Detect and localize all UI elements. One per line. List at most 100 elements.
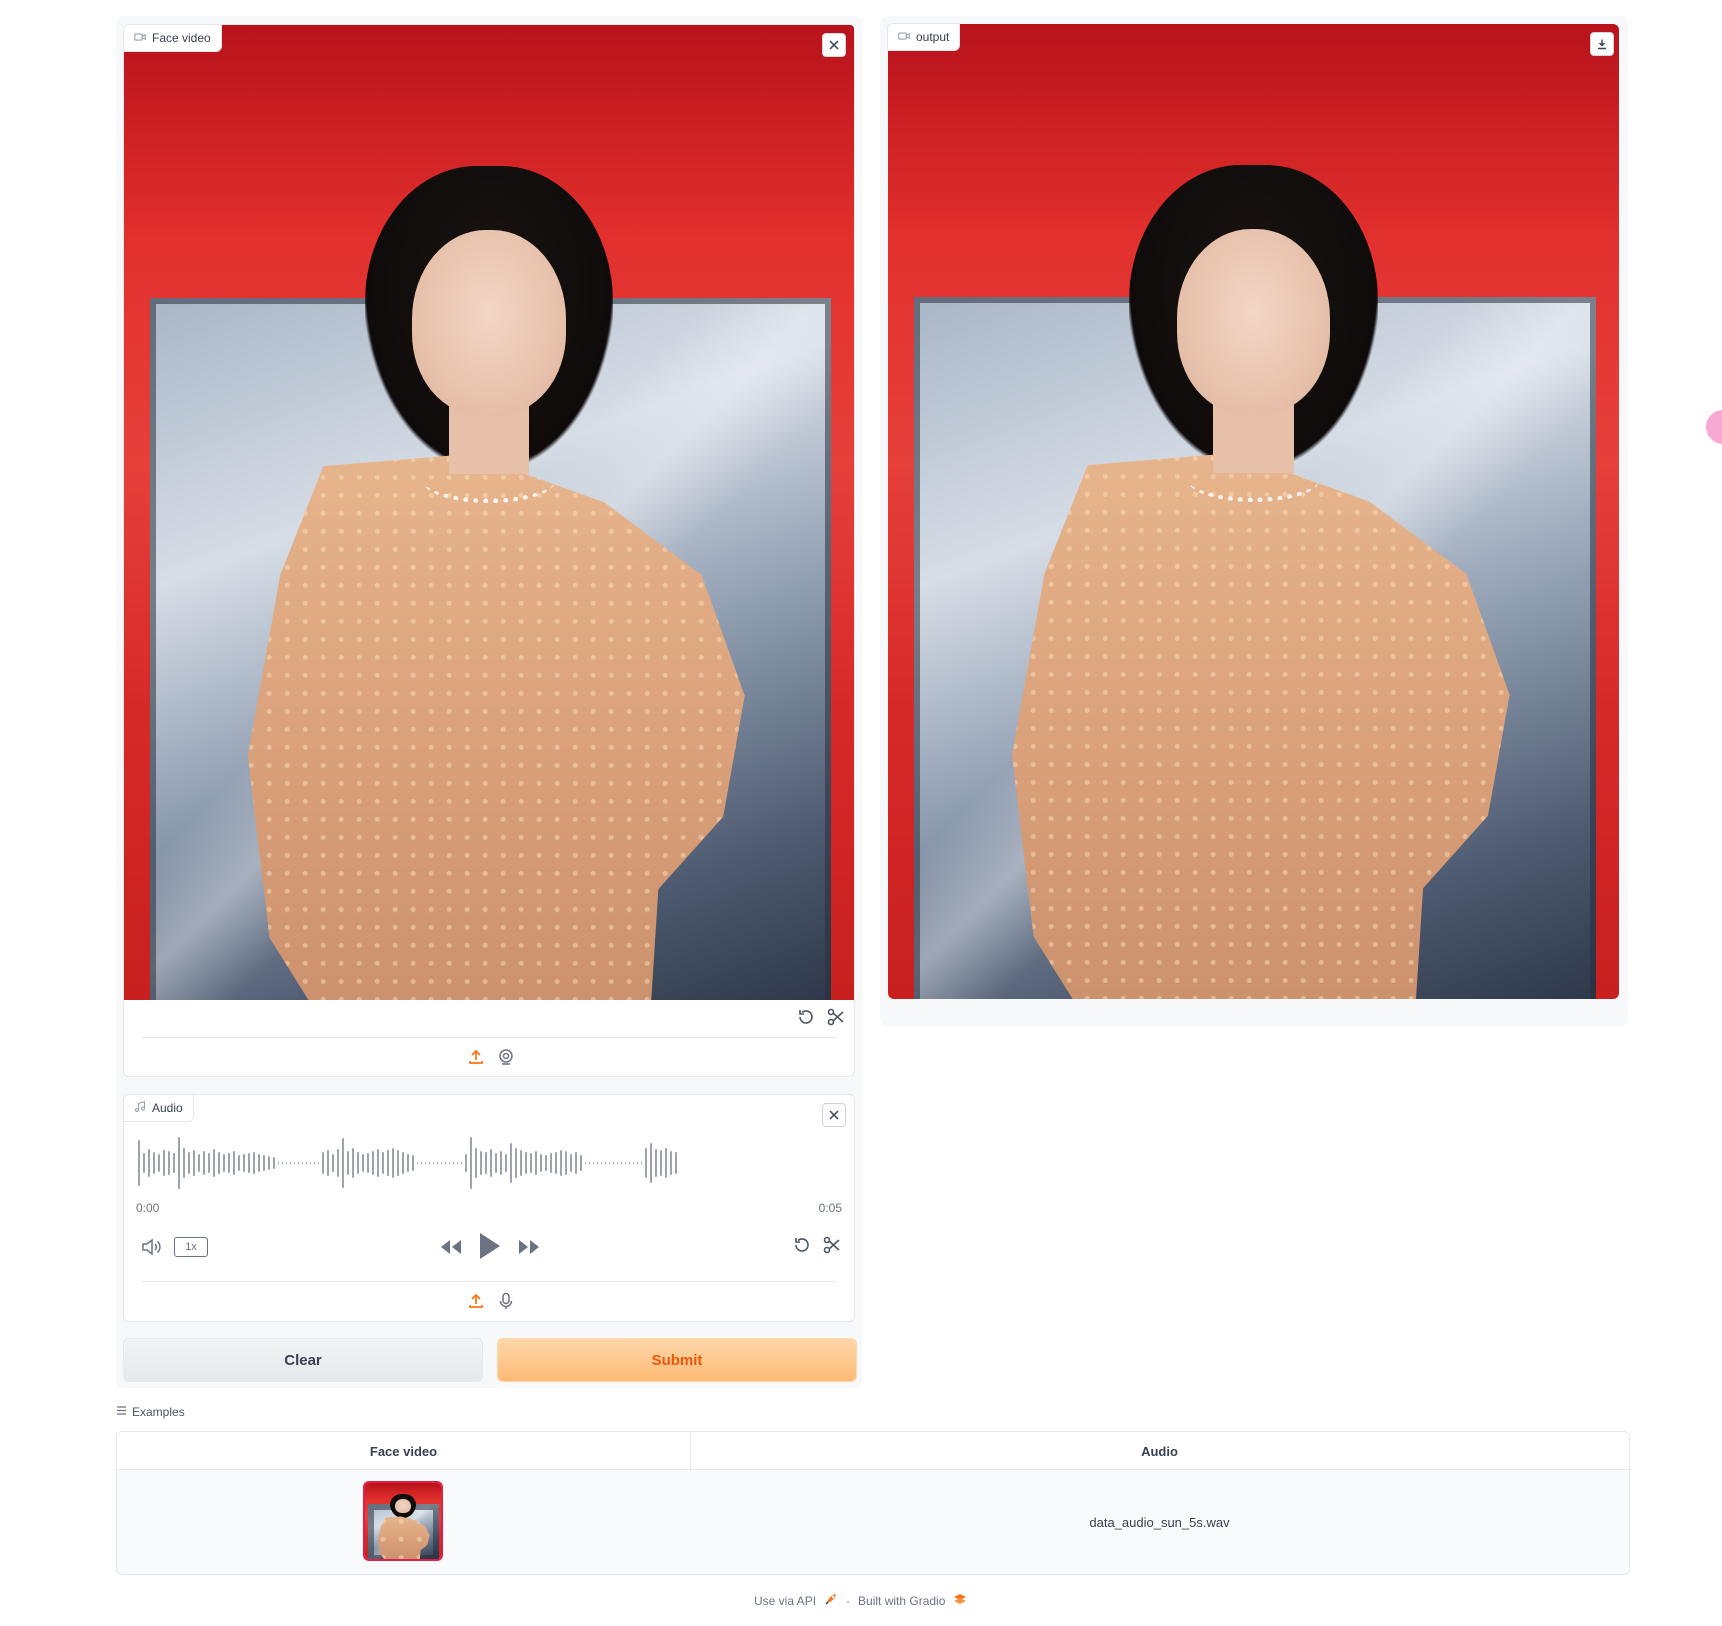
waveform-bar xyxy=(480,1151,482,1175)
waveform-bar xyxy=(310,1162,311,1164)
waveform-bar xyxy=(258,1154,260,1172)
audio-label: Audio xyxy=(123,1094,194,1122)
figure-face xyxy=(412,229,566,415)
waveform-bar xyxy=(183,1148,185,1178)
audio-time-end: 0:05 xyxy=(818,1201,842,1215)
figure-face xyxy=(1176,228,1331,414)
waveform-bar xyxy=(362,1154,364,1172)
music-note-icon xyxy=(134,1100,146,1116)
waveform-bar xyxy=(660,1150,662,1176)
waveform-bar xyxy=(138,1140,140,1186)
face-video-block: Face video xyxy=(123,24,855,1077)
waveform-bar xyxy=(515,1148,517,1178)
waveform-bar xyxy=(367,1153,369,1173)
waveform-bar xyxy=(306,1162,307,1164)
waveform-bar xyxy=(470,1137,472,1189)
waveform-bar xyxy=(286,1162,287,1164)
example-video-thumbnail[interactable] xyxy=(363,1481,443,1561)
waveform-bar xyxy=(302,1162,303,1164)
waveform-bar xyxy=(437,1162,438,1164)
video-source-toolbar xyxy=(467,1048,515,1066)
fast-forward-icon[interactable] xyxy=(516,1237,542,1257)
waveform-bar xyxy=(530,1153,532,1173)
clear-button[interactable]: Clear xyxy=(123,1338,483,1382)
waveform-bar xyxy=(545,1155,547,1171)
waveform-bar xyxy=(550,1153,552,1173)
audio-edit-toolbar xyxy=(792,1235,842,1255)
floating-widget[interactable] xyxy=(1706,410,1722,444)
waveform-bar xyxy=(268,1156,270,1170)
waveform-bar xyxy=(593,1162,594,1164)
waveform-bar xyxy=(148,1149,150,1177)
waveform-bar xyxy=(457,1162,458,1164)
waveform-bar xyxy=(218,1152,220,1174)
playback-speed-button[interactable]: 1x xyxy=(174,1237,208,1257)
figure-necklace xyxy=(1187,458,1320,502)
waveform-bar xyxy=(407,1154,409,1172)
waveform-bar xyxy=(233,1151,235,1175)
rewind-icon[interactable] xyxy=(438,1237,464,1257)
scissors-icon[interactable] xyxy=(822,1235,842,1255)
undo-icon[interactable] xyxy=(792,1235,812,1255)
waveform-bar xyxy=(263,1155,265,1171)
waveform-bar xyxy=(163,1150,165,1176)
example-audio-filename[interactable]: data_audio_sun_5s.wav xyxy=(690,1471,1629,1574)
waveform-bar xyxy=(417,1162,418,1164)
waveform-bar xyxy=(158,1154,160,1172)
rocket-icon xyxy=(824,1592,838,1609)
microphone-icon[interactable] xyxy=(497,1292,515,1310)
waveform-bar xyxy=(585,1162,586,1164)
waveform-bar xyxy=(337,1149,339,1177)
waveform-bar xyxy=(382,1152,384,1174)
waveform-bar xyxy=(655,1149,657,1177)
waveform-bar xyxy=(397,1150,399,1176)
waveform-bar xyxy=(248,1153,250,1173)
waveform-bar xyxy=(314,1162,315,1164)
clear-audio-button[interactable] xyxy=(822,1103,846,1127)
waveform-bar xyxy=(449,1162,450,1164)
submit-button[interactable]: Submit xyxy=(497,1338,857,1382)
waveform-bar xyxy=(433,1162,434,1164)
audio-waveform[interactable] xyxy=(138,1135,842,1191)
footer: Use via API · Built with Gradio xyxy=(754,1592,967,1609)
clear-video-button[interactable] xyxy=(822,33,846,57)
waveform-bar xyxy=(625,1162,626,1164)
waveform-bar xyxy=(650,1143,652,1183)
waveform-bar xyxy=(613,1162,614,1164)
scissors-icon[interactable] xyxy=(826,1007,846,1027)
waveform-bar xyxy=(485,1152,487,1174)
play-icon[interactable] xyxy=(476,1231,502,1261)
waveform-bar xyxy=(670,1151,672,1175)
waveform-bar xyxy=(609,1162,610,1164)
waveform-bar xyxy=(243,1154,245,1172)
face-video-player[interactable] xyxy=(124,25,854,1000)
download-button[interactable] xyxy=(1590,32,1614,56)
waveform-bar xyxy=(589,1162,590,1164)
audio-block: Audio 0:00 0:05 1x xyxy=(123,1094,855,1322)
waveform-bar xyxy=(193,1150,195,1176)
waveform-bar xyxy=(637,1162,638,1164)
waveform-bar xyxy=(645,1148,647,1178)
waveform-bar xyxy=(560,1150,562,1176)
webcam-icon[interactable] xyxy=(497,1048,515,1066)
output-video-player[interactable] xyxy=(888,24,1619,999)
waveform-bar xyxy=(223,1154,225,1172)
output-video-block: output xyxy=(887,23,1620,1001)
upload-icon[interactable] xyxy=(467,1292,485,1310)
waveform-bar xyxy=(575,1152,577,1174)
waveform-bar xyxy=(665,1148,667,1178)
api-link[interactable]: Use via API xyxy=(754,1594,816,1608)
waveform-bar xyxy=(601,1162,602,1164)
gradio-link[interactable]: Built with Gradio xyxy=(858,1594,945,1608)
waveform-bar xyxy=(392,1148,394,1178)
waveform-bar xyxy=(342,1138,344,1188)
waveform-bar xyxy=(347,1151,349,1175)
volume-icon[interactable] xyxy=(140,1237,162,1257)
upload-icon[interactable] xyxy=(467,1048,485,1066)
divider xyxy=(142,1037,836,1038)
waveform-bar xyxy=(352,1148,354,1178)
figure-necklace xyxy=(423,459,555,503)
waveform-bar xyxy=(461,1162,462,1164)
waveform-bar xyxy=(327,1150,329,1176)
undo-icon[interactable] xyxy=(796,1007,816,1027)
